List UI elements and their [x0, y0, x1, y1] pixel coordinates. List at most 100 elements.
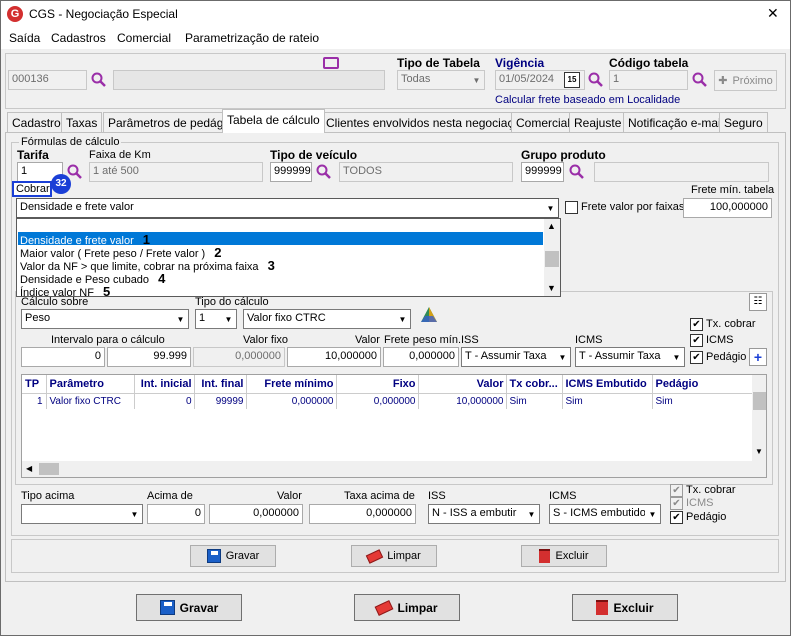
- calc-frete-link[interactable]: Calcular frete baseado em Localidade: [495, 94, 680, 106]
- iss-bottom-select[interactable]: N - ISS a embutir ▼: [428, 504, 540, 524]
- tipo-veiculo-code[interactable]: 999999: [270, 162, 312, 182]
- frete-min-field[interactable]: 100,000000: [683, 198, 772, 218]
- pyramid-icon[interactable]: [420, 306, 438, 324]
- search-veiculo-icon[interactable]: [316, 164, 332, 180]
- scroll-up-icon[interactable]: ▲: [547, 221, 556, 231]
- col-valor[interactable]: Valor: [418, 375, 507, 394]
- grupo-produto-code[interactable]: 999999: [521, 162, 564, 182]
- scroll-thumb[interactable]: [753, 392, 766, 410]
- tab-seguro[interactable]: Seguro: [719, 112, 768, 132]
- col-frete-minimo[interactable]: Frete mínimo: [246, 375, 337, 394]
- client-code-field[interactable]: 000136: [8, 70, 87, 90]
- proximo-button[interactable]: ✚ Próximo: [714, 70, 777, 91]
- limpar-inner-button[interactable]: Limpar: [351, 545, 437, 567]
- tarifa-label: Tarifa: [17, 148, 49, 162]
- icms-label: ICMS: [575, 334, 603, 346]
- scroll-left-icon[interactable]: ◀: [26, 464, 32, 473]
- col-fixo[interactable]: Fixo: [336, 375, 419, 394]
- tab-tabela-calculo[interactable]: Tabela de cálculo: [222, 109, 325, 133]
- tab-cadastro[interactable]: Cadastro: [7, 112, 66, 132]
- grid-settings-icon[interactable]: ☷: [749, 293, 767, 311]
- app-logo-icon: G: [7, 6, 23, 22]
- menu-saida[interactable]: Saída: [9, 31, 40, 45]
- valor-bottom-label: Valor: [277, 490, 302, 502]
- close-icon[interactable]: ✕: [767, 5, 779, 22]
- intervalo-de-field[interactable]: 0: [21, 347, 105, 367]
- cell-tp: 1: [22, 393, 47, 409]
- tab-clientes[interactable]: Clientes envolvidos nesta negociação: [321, 112, 532, 132]
- limpar-label: Limpar: [397, 600, 438, 615]
- tipo-acima-select[interactable]: ▼: [21, 504, 143, 524]
- dropdown-scrollbar[interactable]: ▲ ▼: [544, 219, 560, 296]
- tab-comercial[interactable]: Comercial: [511, 112, 576, 132]
- search-vigencia-icon[interactable]: [588, 72, 604, 88]
- cobrar-select[interactable]: Densidade e frete valor ▼: [16, 198, 559, 218]
- add-icon[interactable]: +: [749, 348, 767, 366]
- menu-parametrizacao[interactable]: Parametrização de rateio: [185, 31, 319, 45]
- col-icms-embutido[interactable]: ICMS Embutido: [562, 375, 653, 394]
- pedagio-bottom-checkbox[interactable]: ✔: [670, 511, 683, 524]
- acima-de-field[interactable]: 0: [147, 504, 205, 524]
- col-int-final[interactable]: Int. final: [194, 375, 247, 394]
- pedagio-checkbox[interactable]: ✔: [690, 351, 703, 364]
- search-grupo-icon[interactable]: [569, 164, 585, 180]
- dropdown-option[interactable]: Densidade e frete valor 1: [18, 232, 543, 247]
- dropdown-option[interactable]: Valor da NF > que limite, cobrar na próx…: [18, 258, 543, 273]
- table-row[interactable]: 1 Valor fixo CTRC 0 99999 0,000000 0,000…: [22, 393, 752, 409]
- gravar-inner-button[interactable]: Gravar: [190, 545, 276, 567]
- gravar-button[interactable]: Gravar: [136, 594, 242, 621]
- icms-select[interactable]: T - Assumir Taxa ▼: [575, 347, 685, 367]
- dropdown-option[interactable]: Índice valor NF 5: [18, 284, 543, 299]
- frete-faixas-label: Frete valor por faixas: [581, 201, 685, 213]
- search-codigo-icon[interactable]: [692, 72, 708, 88]
- col-tp[interactable]: TP: [22, 375, 47, 394]
- limpar-button[interactable]: Limpar: [354, 594, 460, 621]
- col-tx-cobr[interactable]: Tx cobr...: [506, 375, 563, 394]
- frete-min-label: Frete mín. tabela: [691, 184, 775, 196]
- tab-notificacao[interactable]: Notificação e-mail: [623, 112, 729, 132]
- calendar-icon[interactable]: 15: [564, 72, 580, 88]
- tab-reajuste[interactable]: Reajuste: [569, 112, 627, 132]
- menu-cadastros[interactable]: Cadastros: [51, 31, 106, 45]
- excluir-inner-button[interactable]: Excluir: [521, 545, 607, 567]
- col-pedagio[interactable]: Pedágio: [652, 375, 752, 394]
- dropdown-option[interactable]: Densidade e Peso cubado 4: [18, 271, 543, 286]
- tx-cobrar-checkbox[interactable]: ✔: [690, 318, 703, 331]
- tx-cobrar-bottom-label: Tx. cobrar: [686, 484, 736, 496]
- calculo-sobre-select[interactable]: Peso ▼: [21, 309, 189, 329]
- dropdown-option[interactable]: Maior valor ( Frete peso / Frete valor )…: [18, 245, 543, 260]
- tipo-calculo-select[interactable]: Valor fixo CTRC ▼: [243, 309, 411, 329]
- valor-field[interactable]: 10,000000: [287, 347, 381, 367]
- frete-peso-field[interactable]: 0,000000: [383, 347, 459, 367]
- excluir-inner-label: Excluir: [555, 550, 589, 562]
- tab-parametros-pedagio[interactable]: Parâmetros de pedágio: [103, 112, 238, 132]
- col-int-inicial[interactable]: Int. inicial: [134, 375, 195, 394]
- excluir-button[interactable]: Excluir: [572, 594, 678, 621]
- search-client-icon[interactable]: [91, 72, 107, 88]
- valor-bottom-field[interactable]: 0,000000: [209, 504, 303, 524]
- scroll-down-icon[interactable]: ▼: [547, 283, 556, 293]
- iss-select[interactable]: T - Assumir Taxa ▼: [461, 347, 571, 367]
- icms-bottom-checkbox: ✔: [670, 497, 683, 510]
- tab-taxas[interactable]: Taxas: [61, 112, 103, 132]
- grid-hscrollbar[interactable]: ◀: [22, 461, 766, 477]
- frete-faixas-checkbox[interactable]: [565, 201, 578, 214]
- tipo-calculo-num-select[interactable]: 1 ▼: [195, 309, 237, 329]
- icms-bottom-select[interactable]: S - ICMS embutido ▼: [549, 504, 661, 524]
- icms-checkbox[interactable]: ✔: [690, 334, 703, 347]
- tipo-tabela-select[interactable]: Todas ▼: [397, 70, 485, 90]
- scroll-down-icon[interactable]: ▼: [755, 447, 763, 456]
- cell-frete-minimo: 0,000000: [246, 393, 337, 409]
- icms-bottom-check-label: ICMS: [686, 497, 714, 509]
- codigo-tabela-field[interactable]: 1: [609, 70, 688, 90]
- intervalo-ate-field[interactable]: 99.999: [107, 347, 191, 367]
- grid-vscrollbar[interactable]: ▼: [752, 375, 766, 461]
- scroll-thumb[interactable]: [39, 463, 59, 475]
- menu-bar: Saída Cadastros Comercial Parametrização…: [1, 27, 790, 69]
- scroll-thumb[interactable]: [545, 251, 559, 267]
- taxa-acima-field[interactable]: 0,000000: [309, 504, 416, 524]
- iss-bottom-label: ISS: [428, 490, 446, 502]
- col-parametro[interactable]: Parâmetro: [46, 375, 135, 394]
- menu-comercial[interactable]: Comercial: [117, 31, 171, 45]
- tx-cobrar-bottom-checkbox: ✔: [670, 484, 683, 497]
